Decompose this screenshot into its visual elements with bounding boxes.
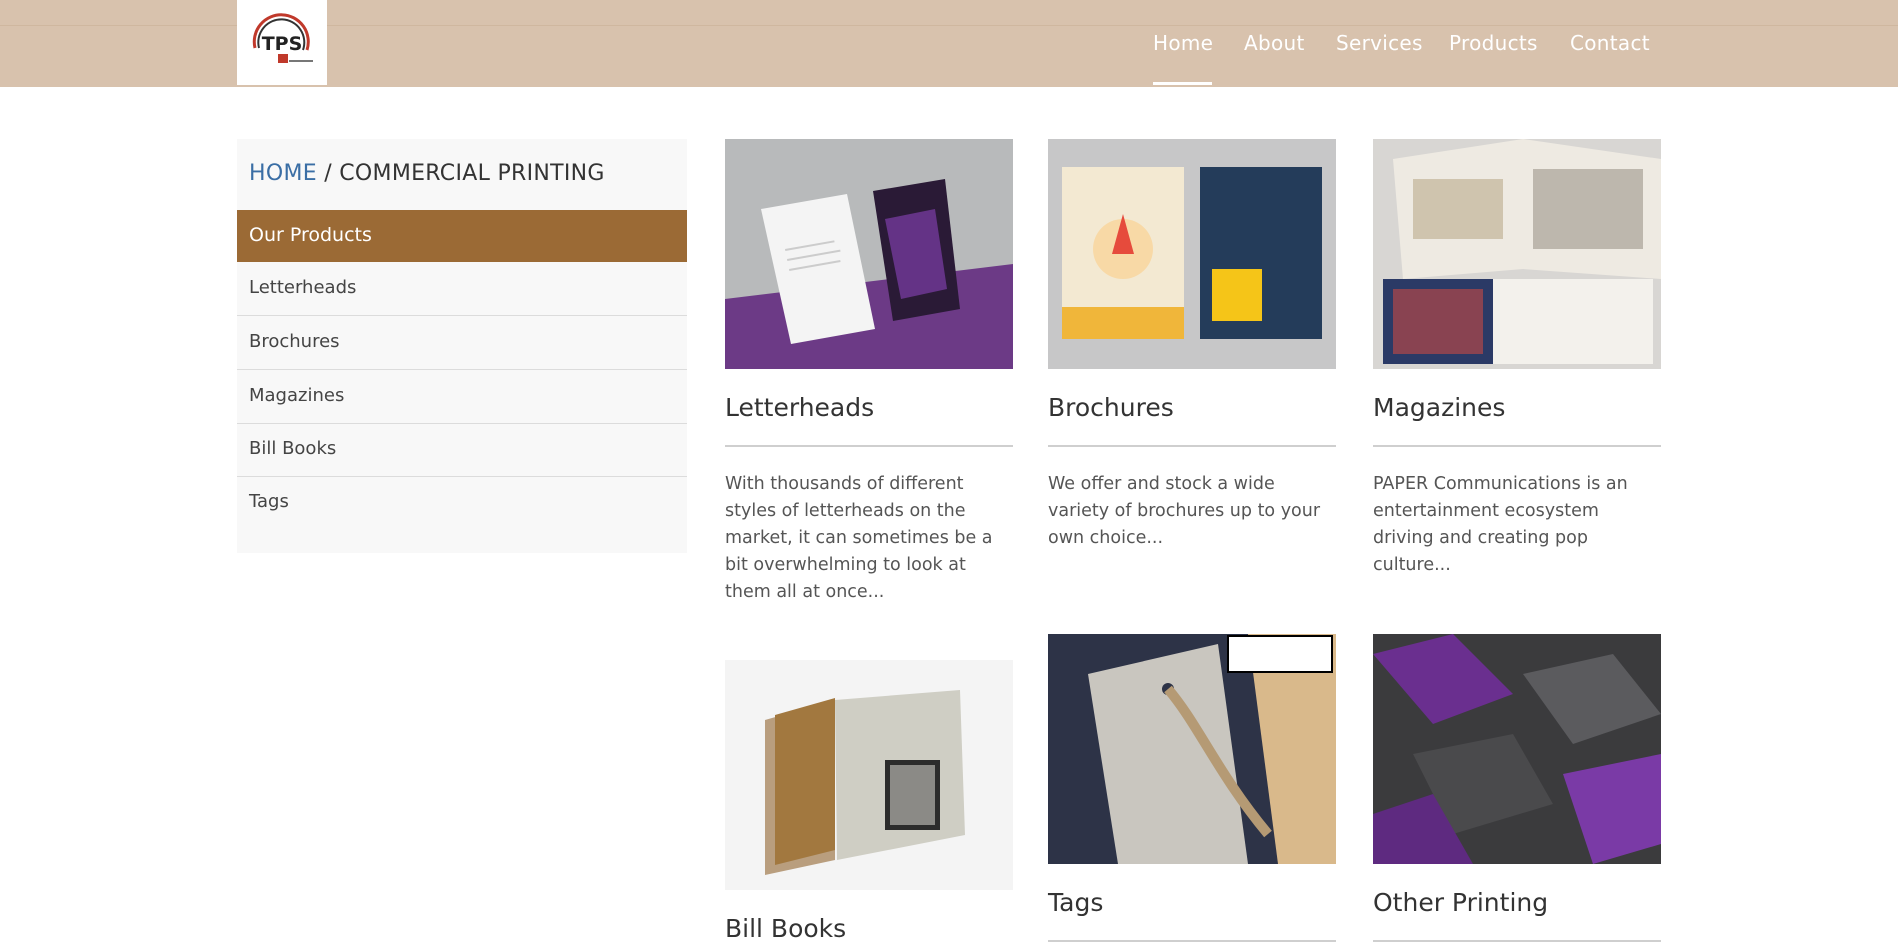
sidebar-item-label: Magazines	[249, 385, 345, 406]
product-title[interactable]: Letterheads	[725, 393, 874, 422]
site-logo[interactable]: TPS	[237, 0, 327, 85]
bill-books-image[interactable]	[725, 660, 1013, 890]
breadcrumb-home-link[interactable]: HOME	[249, 161, 317, 186]
product-title[interactable]: Other Printing	[1373, 888, 1548, 917]
other-printing-image[interactable]	[1373, 634, 1661, 864]
product-description: PAPER Communications is an entertainment…	[1373, 474, 1628, 575]
breadcrumb-current: COMMERCIAL PRINTING	[339, 161, 605, 186]
sidebar: HOME / COMMERCIAL PRINTING Our Products …	[237, 139, 687, 553]
magazines-image[interactable]	[1373, 139, 1661, 369]
product-divider	[1048, 940, 1336, 942]
nav-home[interactable]: Home	[1153, 31, 1213, 55]
sidebar-item-bill-books[interactable]: Bill Books	[237, 423, 687, 477]
sidebar-item-letterheads[interactable]: Letterheads	[237, 262, 687, 316]
sidebar-item-magazines[interactable]: Magazines	[237, 370, 687, 424]
nav-products[interactable]: Products	[1449, 31, 1538, 55]
sidebar-item-brochures[interactable]: Brochures	[237, 316, 687, 370]
sidebar-item-label: Tags	[249, 491, 289, 512]
nav-contact[interactable]: Contact	[1570, 31, 1650, 55]
sidebar-item-label: Bill Books	[249, 438, 337, 459]
product-divider	[1373, 940, 1661, 942]
nav-services[interactable]: Services	[1336, 31, 1423, 55]
sidebar-heading: Our Products	[237, 210, 687, 262]
product-title[interactable]: Bill Books	[725, 914, 846, 943]
nav-active-indicator	[1153, 82, 1212, 85]
product-title[interactable]: Magazines	[1373, 393, 1505, 422]
sidebar-item-label: Brochures	[249, 331, 340, 352]
product-divider	[1048, 445, 1336, 447]
breadcrumb-separator: /	[316, 161, 340, 186]
sidebar-heading-label: Our Products	[249, 224, 372, 246]
brochures-image[interactable]	[1048, 139, 1336, 369]
breadcrumb: HOME / COMMERCIAL PRINTING	[249, 161, 605, 186]
sidebar-item-tags[interactable]: Tags	[237, 476, 687, 529]
product-description: We offer and stock a wide variety of bro…	[1048, 474, 1321, 548]
tags-image[interactable]	[1048, 634, 1336, 864]
letterheads-image[interactable]	[725, 139, 1013, 369]
logo-icon: TPS	[252, 13, 313, 63]
product-description: With thousands of different styles of le…	[725, 474, 993, 602]
svg-text:TPS: TPS	[262, 33, 303, 55]
site-header: TPS Home About Services Products Contact	[0, 0, 1898, 87]
product-title[interactable]: Brochures	[1048, 393, 1174, 422]
product-divider	[725, 445, 1013, 447]
sidebar-item-label: Letterheads	[249, 277, 357, 298]
nav-about[interactable]: About	[1244, 31, 1305, 55]
product-divider	[1373, 445, 1661, 447]
product-title[interactable]: Tags	[1048, 888, 1103, 917]
